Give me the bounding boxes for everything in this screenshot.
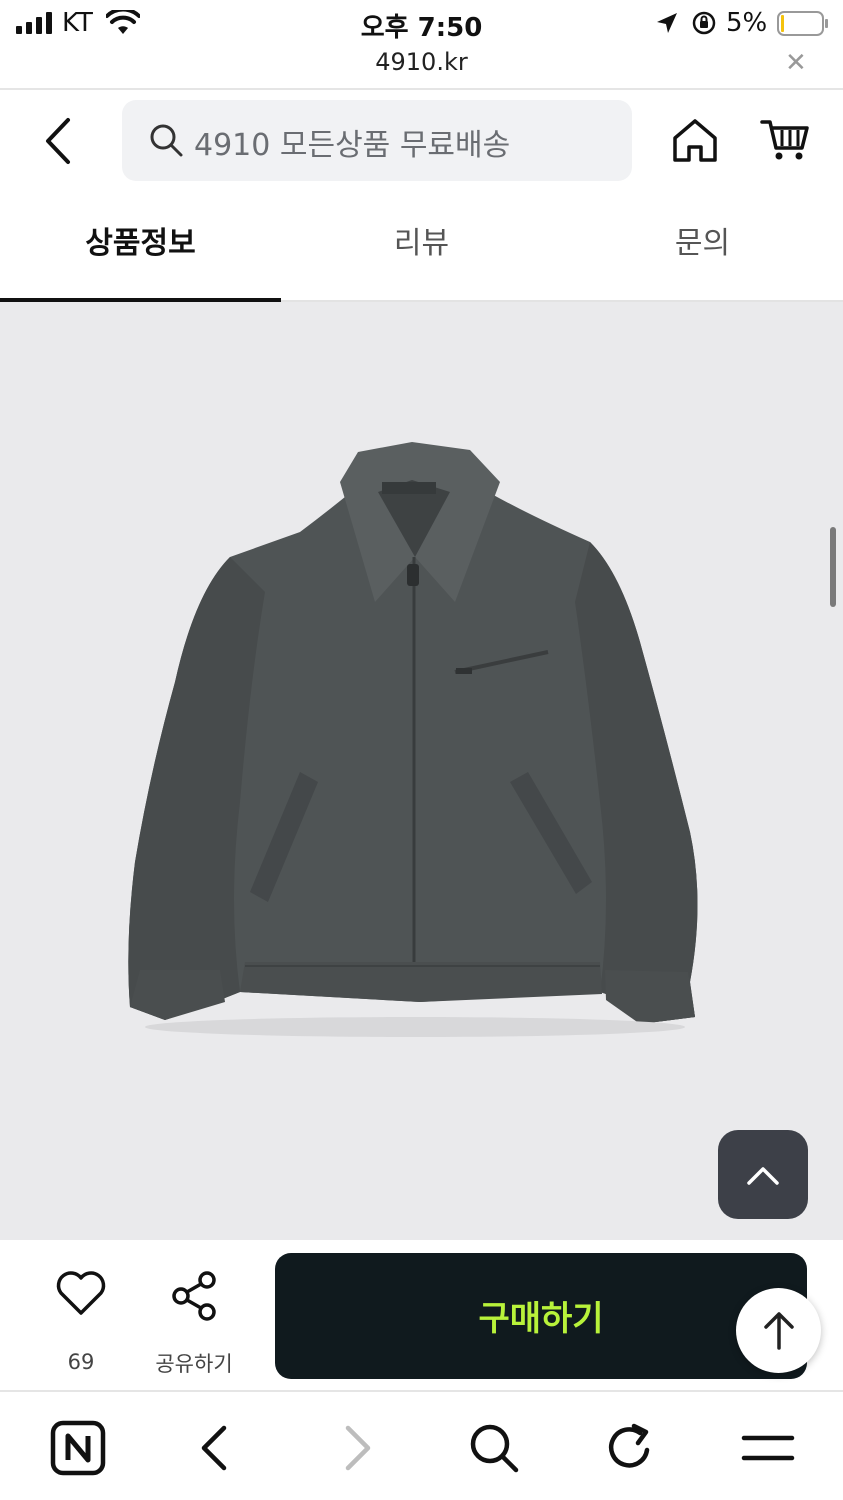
chevron-left-icon[interactable] [40, 116, 80, 166]
clock: 오후 7:50 [360, 13, 483, 43]
arrow-up-icon [764, 1312, 794, 1350]
tab-product-info[interactable]: 상품정보 [0, 196, 281, 302]
search-icon[interactable] [466, 1420, 522, 1476]
share-icon [172, 1271, 216, 1321]
share-label: 공유하기 [155, 1352, 233, 1376]
battery-icon [777, 11, 828, 36]
tab-reviews[interactable]: 리뷰 [281, 196, 562, 300]
floating-scroll-up-button[interactable] [736, 1288, 821, 1373]
page-scrollbar[interactable] [830, 527, 836, 607]
rotation-lock-icon [692, 11, 716, 35]
search-placeholder: 4910 모든상품 무료배송 [194, 128, 511, 163]
browser-toolbar [0, 1394, 843, 1500]
chevron-up-icon [747, 1167, 779, 1185]
search-icon [150, 124, 183, 157]
search-bar[interactable]: 4910 모든상품 무료배송 [122, 100, 632, 181]
forward-arrow-icon[interactable] [328, 1420, 384, 1476]
like-button[interactable]: 69 [48, 1270, 114, 1380]
menu-icon[interactable] [740, 1420, 796, 1476]
product-tabs: 상품정보 리뷰 문의 [0, 196, 843, 302]
buy-button[interactable]: 구매하기 [275, 1253, 807, 1379]
browser-url[interactable]: 4910.kr [0, 48, 843, 76]
jacket-image [128, 442, 698, 1037]
purchase-bar: 69 공유하기 구매하기 [0, 1240, 843, 1392]
refresh-icon[interactable] [602, 1420, 658, 1476]
share-button[interactable]: 공유하기 [148, 1270, 240, 1380]
scroll-top-button[interactable] [718, 1130, 808, 1219]
heart-icon [56, 1271, 106, 1315]
like-count: 69 [67, 1350, 95, 1374]
location-arrow-icon [657, 13, 677, 33]
back-arrow-icon[interactable] [188, 1420, 244, 1476]
divider [0, 88, 843, 90]
battery-percent: 5% [726, 8, 768, 38]
naver-n-icon[interactable] [50, 1420, 106, 1476]
buy-label: 구매하기 [478, 1299, 604, 1339]
close-icon[interactable]: ✕ [785, 48, 807, 78]
cart-icon[interactable] [760, 116, 810, 162]
home-icon[interactable] [670, 116, 720, 166]
product-image [0, 302, 843, 1240]
status-bar: KT 오후 7:50 5% [0, 0, 843, 46]
tab-inquiry[interactable]: 문의 [562, 196, 843, 300]
